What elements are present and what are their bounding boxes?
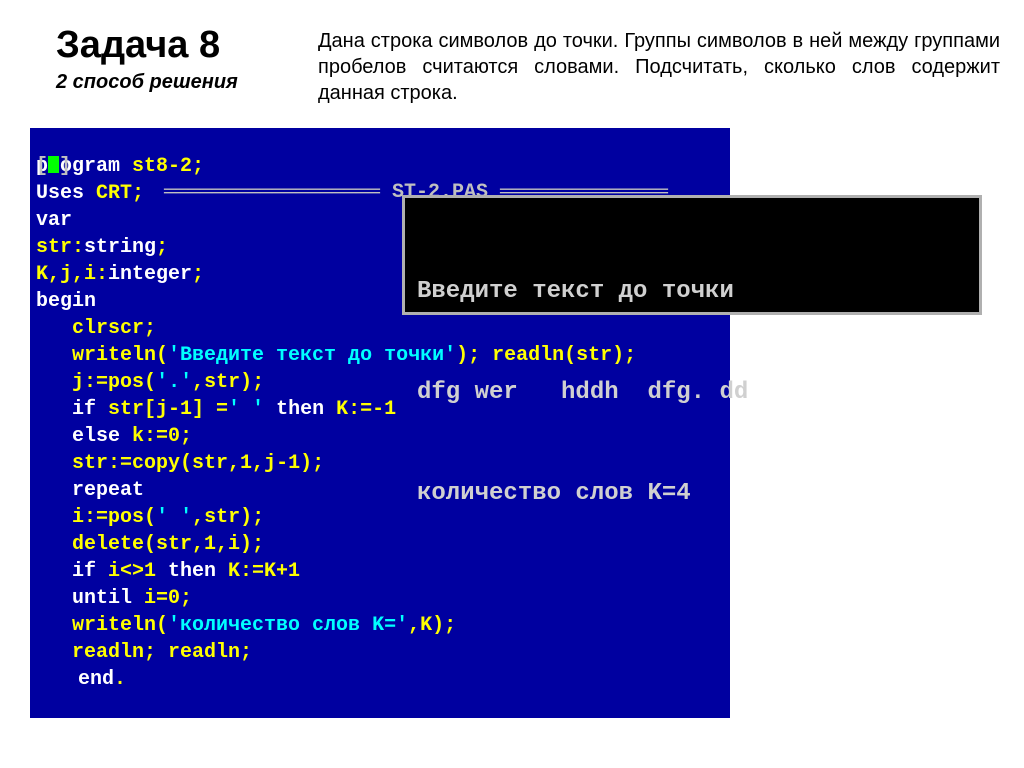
code-line: end. xyxy=(36,667,724,694)
task-title: Задача 8 xyxy=(56,24,306,67)
problem-text: Дана строка символов до точки. Группы си… xyxy=(306,24,1000,106)
window-marker: [] xyxy=(36,154,71,180)
titlebar-line: ══════════════════ xyxy=(164,181,392,204)
console-line: dfg wer hddh dfg. dd xyxy=(417,376,967,410)
console-output: Введите текст до точки dfg wer hddh dfg.… xyxy=(402,195,982,315)
code-line: writeln('количество слов K=',K); xyxy=(36,613,724,640)
code-line: readln; readln; xyxy=(36,640,724,667)
code-line: until i=0; xyxy=(36,586,724,613)
cursor-icon xyxy=(48,156,59,173)
console-line: Введите текст до точки xyxy=(417,275,967,309)
slide: Задача 8 2 способ решения Дана строка си… xyxy=(0,0,1024,768)
task-subtitle: 2 способ решения xyxy=(56,71,306,94)
header: Задача 8 2 способ решения Дана строка си… xyxy=(0,0,1024,114)
title-block: Задача 8 2 способ решения xyxy=(56,24,306,94)
editor-titlebar: [] ══════════════════ ST-2.PAS ═════════… xyxy=(30,128,730,154)
console-line: количество слов K=4 xyxy=(417,477,967,511)
